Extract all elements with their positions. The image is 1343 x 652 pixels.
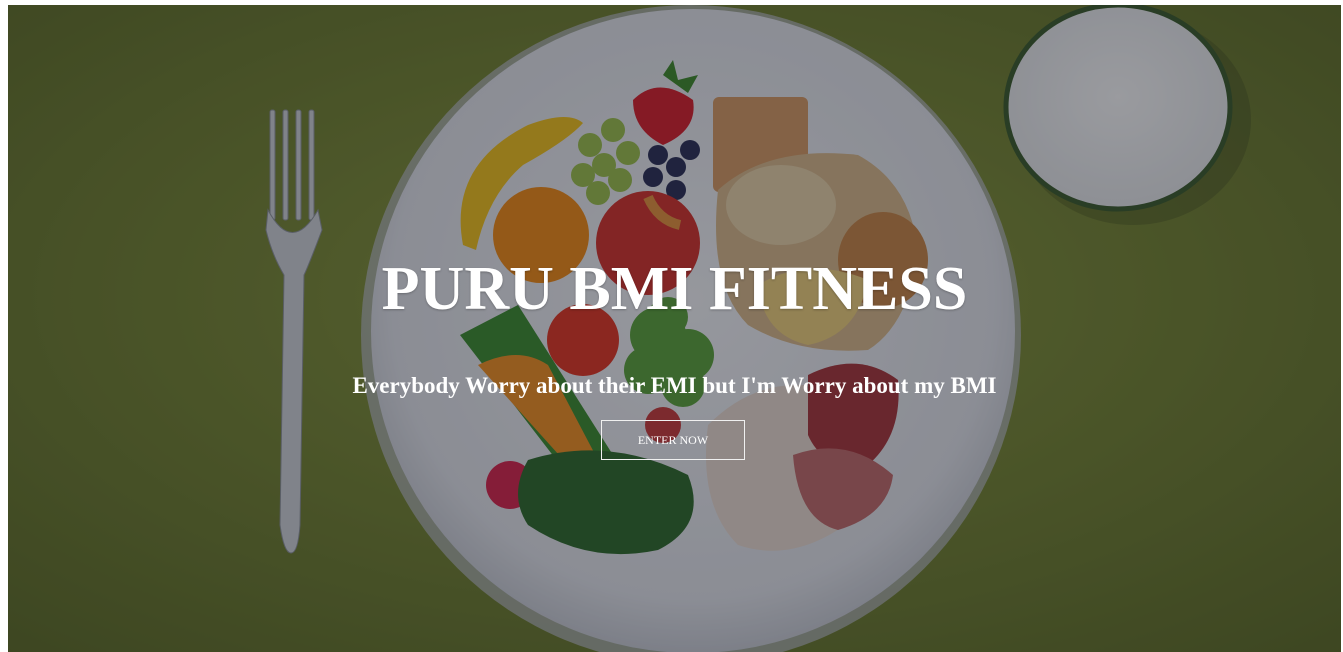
hero-content: PURU BMI FITNESS Everybody Worry about t… — [8, 5, 1341, 652]
tagline: Everybody Worry about their EMI but I'm … — [352, 373, 997, 398]
hero-section: PURU BMI FITNESS Everybody Worry about t… — [8, 5, 1341, 652]
site-title: PURU BMI FITNESS — [381, 255, 968, 323]
enter-now-button[interactable]: ENTER NOW — [601, 420, 745, 460]
